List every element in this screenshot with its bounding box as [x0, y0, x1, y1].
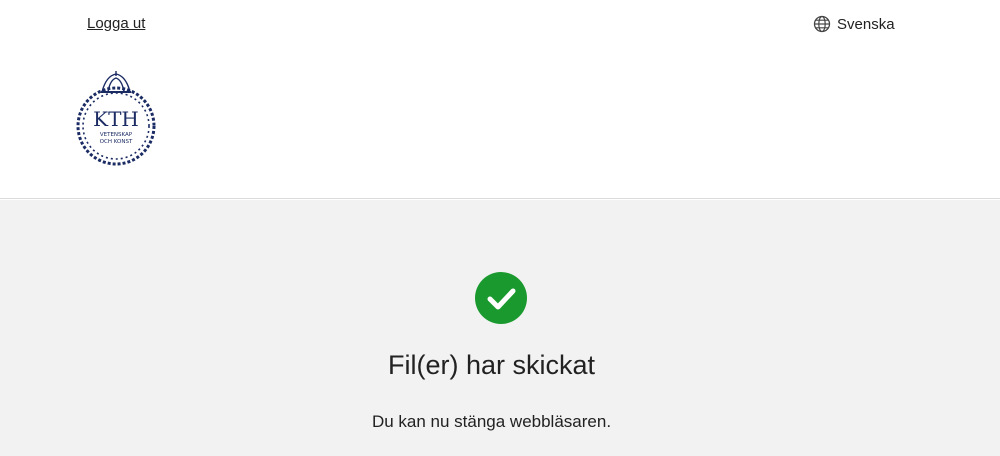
logo-line1: VETENSKAP: [100, 132, 133, 138]
kth-logo: KTH VETENSKAP OCH KONST: [72, 70, 160, 166]
status-message: Du kan nu stänga webbläsaren.: [371, 412, 612, 431]
logo-line2: OCH KONST: [100, 139, 133, 145]
language-label: Svenska: [837, 15, 895, 33]
logout-link[interactable]: Logga ut: [87, 15, 145, 32]
language-switcher[interactable]: Svenska: [813, 15, 895, 33]
page-header: Logga ut Svenska KTH VETENSKAP OCH KONST: [0, 0, 1000, 199]
globe-icon: [813, 15, 831, 33]
main-content: Fil(er) har skickat Du kan nu stänga web…: [0, 200, 1000, 456]
logo-brand: KTH: [93, 107, 139, 131]
status-title: Fil(er) har skickat: [387, 350, 596, 380]
check-circle-icon: [475, 272, 527, 324]
